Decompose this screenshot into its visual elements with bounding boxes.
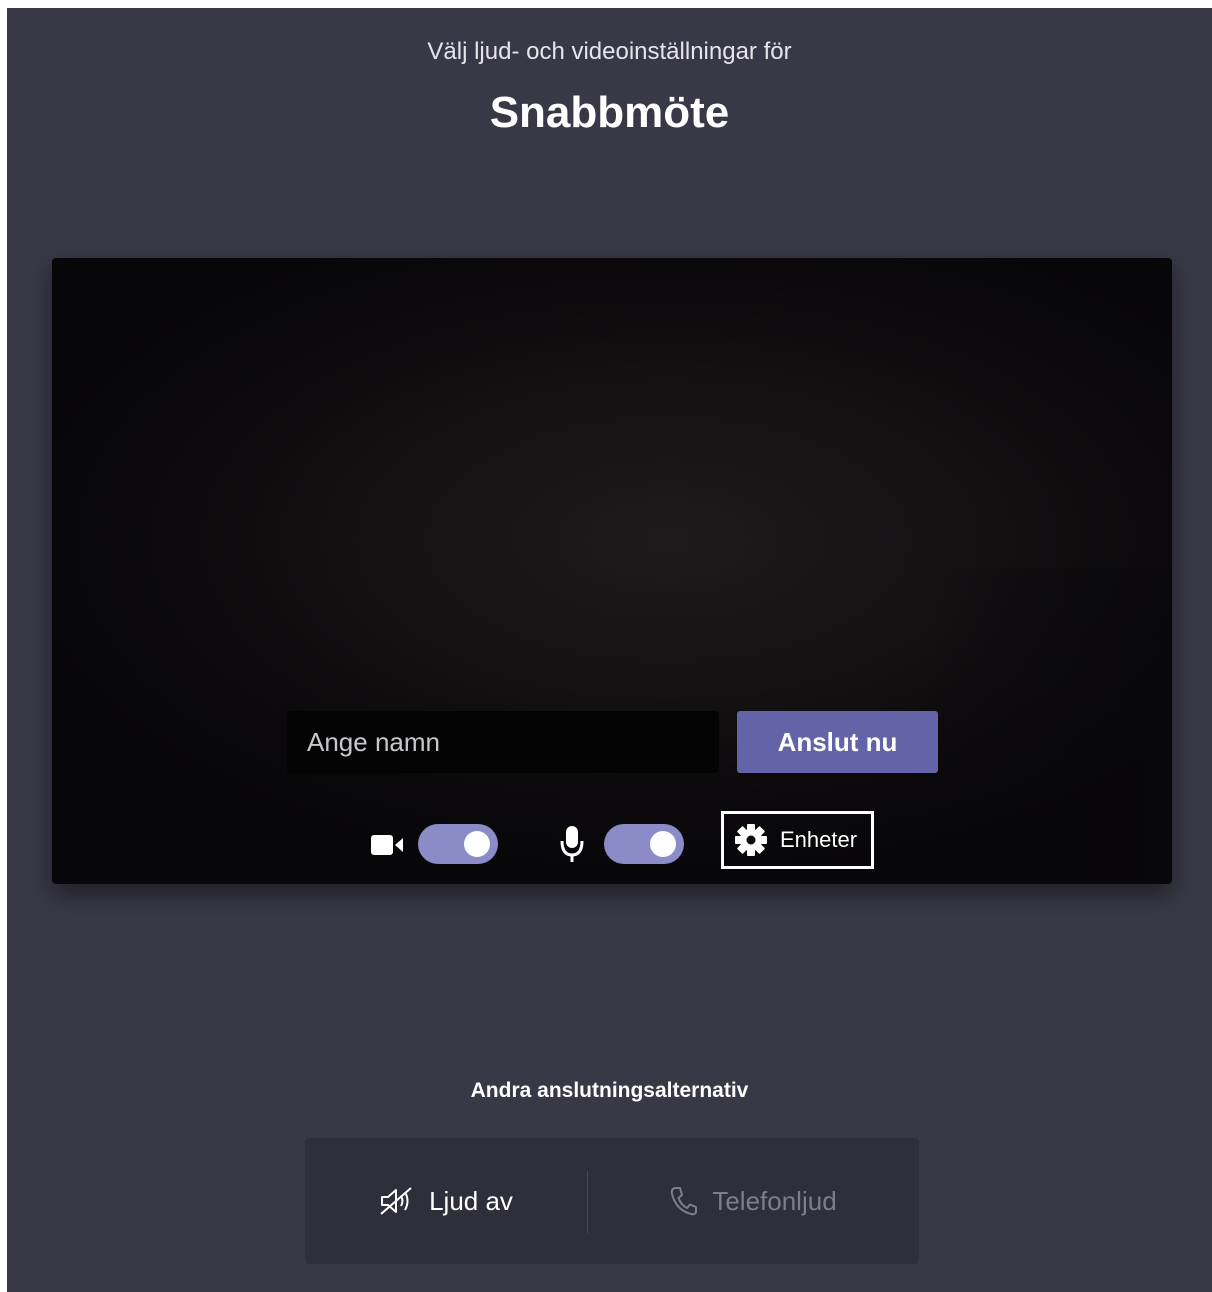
camera-toggle[interactable] bbox=[418, 824, 498, 864]
microphone-toggle-knob bbox=[650, 831, 676, 857]
gear-icon bbox=[735, 824, 767, 856]
other-join-options-panel: Ljud av Telefonljud bbox=[305, 1138, 919, 1264]
devices-button[interactable]: Enheter bbox=[721, 811, 874, 869]
speaker-off-icon bbox=[380, 1187, 412, 1215]
other-join-options-heading: Andra anslutningsalternativ bbox=[470, 1079, 749, 1102]
prejoin-subtitle: Välj ljud- och videoinställningar för bbox=[427, 38, 792, 65]
audio-off-option[interactable]: Ljud av bbox=[305, 1138, 587, 1264]
phone-audio-label: Telefonljud bbox=[712, 1185, 837, 1216]
microphone-toggle[interactable] bbox=[604, 824, 684, 864]
meeting-title: Snabbmöte bbox=[489, 88, 730, 137]
join-now-button[interactable]: Anslut nu bbox=[737, 711, 938, 773]
camera-toggle-knob bbox=[464, 831, 490, 857]
prejoin-screen: Välj ljud- och videoinställningar för Sn… bbox=[7, 8, 1212, 1292]
video-preview: Anslut nu bbox=[52, 258, 1172, 884]
phone-audio-option[interactable]: Telefonljud bbox=[588, 1138, 919, 1264]
video-camera-icon bbox=[371, 835, 403, 855]
microphone-icon bbox=[560, 826, 584, 862]
devices-label: Enheter bbox=[780, 827, 858, 852]
name-input[interactable] bbox=[287, 711, 719, 773]
preview-shadow bbox=[922, 568, 1172, 884]
phone-icon bbox=[671, 1187, 698, 1216]
audio-off-label: Ljud av bbox=[429, 1185, 513, 1216]
